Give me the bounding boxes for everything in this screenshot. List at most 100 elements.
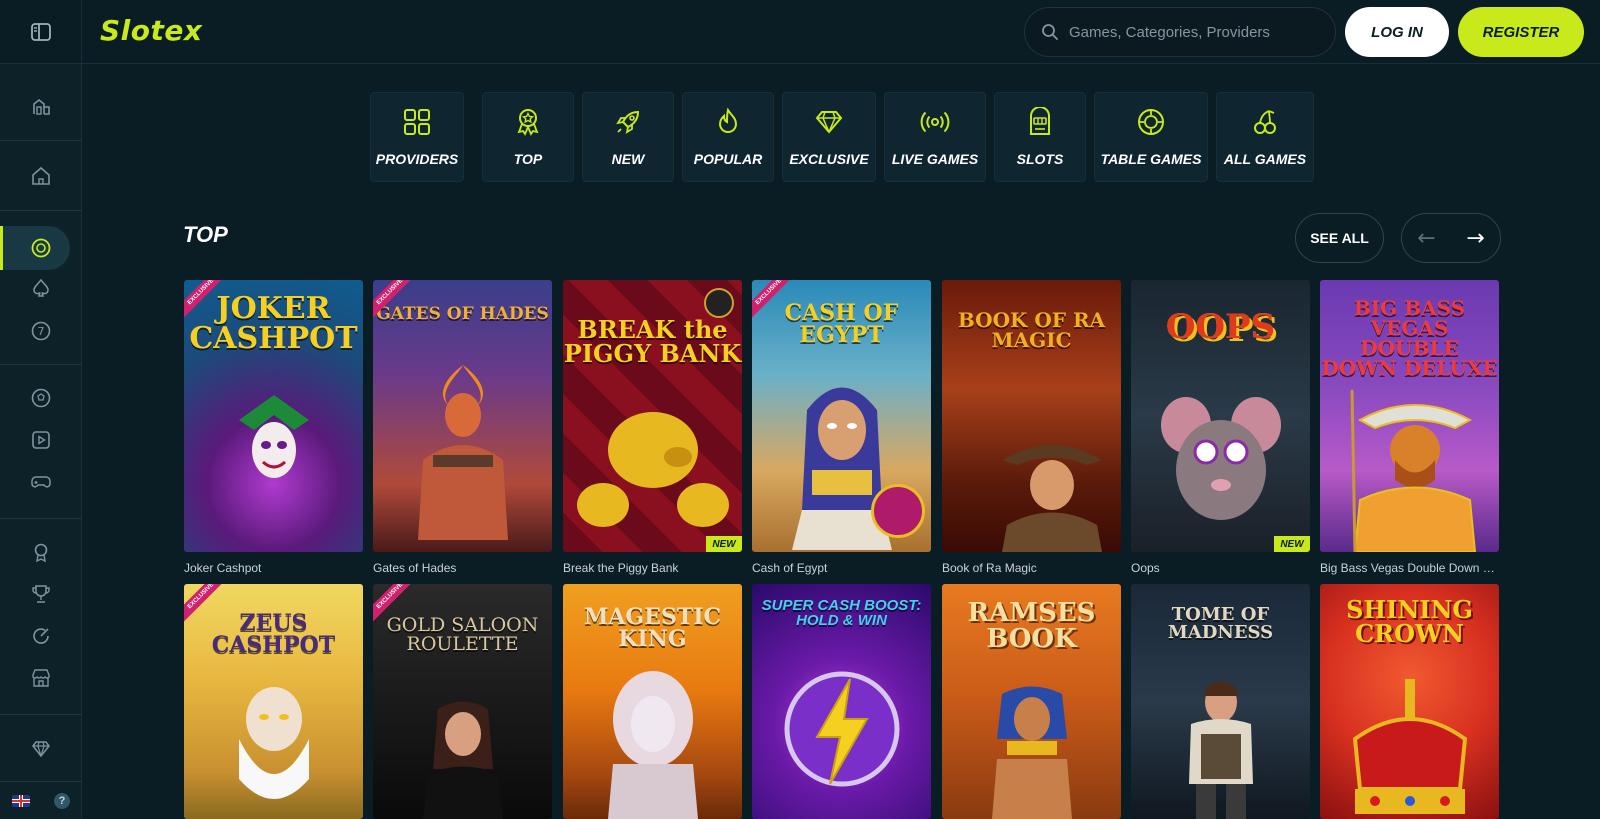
diamond-icon <box>32 741 50 758</box>
sidebar-item-bank[interactable] <box>0 86 82 126</box>
svg-text:7: 7 <box>38 325 45 338</box>
search-input[interactable] <box>1069 23 1319 41</box>
sidebar-item-casino[interactable] <box>0 228 82 268</box>
sidebar-toggle-icon <box>30 23 51 41</box>
pharaoh-figure-icon <box>992 686 1072 819</box>
store-icon <box>32 669 50 687</box>
game-name[interactable]: Cash of Egypt <box>752 561 931 575</box>
explorer-figure-icon <box>1002 445 1102 552</box>
sidebar-item-tournaments[interactable] <box>0 574 82 614</box>
game-tile[interactable]: OOPS NEW <box>1131 280 1310 552</box>
register-button[interactable]: REGISTER <box>1458 7 1584 57</box>
lion-figure-icon <box>608 671 698 819</box>
live-icon <box>920 111 950 133</box>
slot-machine-icon <box>1030 107 1050 135</box>
game-name[interactable]: Oops <box>1131 561 1310 575</box>
tab-label: TOP <box>513 151 543 167</box>
dealer-figure-icon <box>423 701 503 819</box>
game-tile[interactable]: RAMSES BOOK <box>942 584 1121 819</box>
tab-providers[interactable]: PROVIDERS <box>370 92 464 182</box>
rocket-icon <box>616 110 640 134</box>
see-all-button[interactable]: SEE ALL <box>1295 213 1384 263</box>
tab-exclusive[interactable]: EXCLUSIVE <box>782 92 876 182</box>
language-flag-icon[interactable] <box>12 794 30 807</box>
game-name[interactable]: Break the Piggy Bank <box>563 561 742 575</box>
rat-figure-icon <box>1161 397 1281 520</box>
game-name[interactable]: Joker Cashpot <box>184 561 363 575</box>
game-name[interactable]: Book of Ra Magic <box>942 561 1121 575</box>
medal-icon <box>34 543 48 563</box>
game-tile[interactable]: CASH OF EGYPT EXCLUSIVE <box>752 280 931 552</box>
joker-figure-icon <box>239 395 309 478</box>
tab-all-games[interactable]: ALL GAMES <box>1216 92 1314 182</box>
sidebar-item-shop[interactable] <box>0 658 82 698</box>
login-button[interactable]: LOG IN <box>1345 7 1449 57</box>
tab-top[interactable]: TOP <box>482 92 574 182</box>
casino-chip-icon <box>31 238 51 258</box>
diamond-icon <box>815 111 843 134</box>
tab-label: EXCLUSIVE <box>789 151 869 167</box>
carousel-next-button[interactable]: → <box>1451 214 1500 262</box>
sidebar-item-promotions[interactable] <box>0 532 82 572</box>
game-tile[interactable]: GATES OF HADES EXCLUSIVE <box>373 280 552 552</box>
sidebar-toggle-button[interactable] <box>0 0 82 64</box>
hades-figure-icon <box>418 365 508 540</box>
sidebar-item-lottery[interactable]: 7 <box>0 311 82 351</box>
trophy-icon <box>32 585 50 603</box>
piggy-hunt-badge-icon <box>704 288 734 318</box>
game-name[interactable]: Big Bass Vegas Double Down D... <box>1320 561 1499 575</box>
tab-popular[interactable]: POPULAR <box>682 92 774 182</box>
sidebar-item-poker[interactable] <box>0 268 82 308</box>
carousel-prev-button[interactable]: ← <box>1402 214 1451 262</box>
zeus-figure-icon <box>239 687 309 799</box>
game-tile[interactable]: ZEUS CASHPOT EXCLUSIVE <box>184 584 363 819</box>
seven-icon: 7 <box>31 321 51 341</box>
tab-label: TABLE GAMES <box>1100 151 1202 167</box>
top-bar: Slotex LOG IN REGISTER <box>0 0 1600 64</box>
help-button[interactable]: ? <box>54 792 70 809</box>
tab-label: NEW <box>611 151 645 167</box>
play-icon <box>32 431 50 449</box>
tab-label: SLOTS <box>1016 151 1064 167</box>
game-tile[interactable]: SHINING CROWN <box>1320 584 1499 819</box>
tab-slots[interactable]: SLOTS <box>994 92 1086 182</box>
sidebar-item-sports[interactable] <box>0 378 82 418</box>
sidebar-item-vip[interactable] <box>0 729 82 769</box>
cherries-icon <box>1254 110 1276 134</box>
game-tile[interactable]: MAGESTIC KING <box>563 584 742 819</box>
home-icon <box>32 166 50 185</box>
game-tile[interactable]: JOKER CASHPOT EXCLUSIVE <box>184 280 363 552</box>
game-tile[interactable]: BREAK the PIGGY BANK NEW <box>563 280 742 552</box>
gamepad-icon <box>31 476 51 488</box>
chip-icon <box>1138 109 1164 135</box>
search-box[interactable] <box>1024 7 1336 57</box>
tab-label: PROVIDERS <box>375 151 459 167</box>
new-badge: NEW <box>1274 536 1310 552</box>
sidebar-item-esports[interactable] <box>0 462 82 502</box>
game-tile[interactable]: BIG BASS VEGAS DOUBLE DOWN DELUXE <box>1320 280 1499 552</box>
tab-label: ALL GAMES <box>1223 151 1307 167</box>
game-tile[interactable]: BOOK OF RA MAGIC <box>942 280 1121 552</box>
tab-live-games[interactable]: LIVE GAMES <box>884 92 986 182</box>
sidebar-item-live[interactable] <box>0 420 82 460</box>
refresh-icon <box>33 628 49 644</box>
sidebar-item-cashback[interactable] <box>0 616 82 656</box>
tab-table-games[interactable]: TABLE GAMES <box>1094 92 1208 182</box>
fisherman-figure-icon <box>1350 390 1477 552</box>
grid-icon <box>404 109 430 135</box>
tab-new[interactable]: NEW <box>582 92 674 182</box>
game-tile[interactable]: SUPER CASH BOOST: HOLD & WIN <box>752 584 931 819</box>
flame-icon <box>718 107 738 133</box>
sidebar-item-home[interactable] <box>0 156 82 196</box>
game-tile[interactable]: GOLD SALOON ROULETTE EXCLUSIVE <box>373 584 552 819</box>
rich-wilde-figure-icon <box>1189 681 1253 819</box>
search-icon <box>1042 24 1058 40</box>
gold-piggy-icon <box>577 412 729 527</box>
award-icon <box>517 109 539 136</box>
game-name[interactable]: Gates of Hades <box>373 561 552 575</box>
game-tile[interactable]: TOME OF MADNESS <box>1131 584 1310 819</box>
carousel-pager: ← → <box>1401 213 1501 263</box>
bank-icon <box>33 98 50 115</box>
brand-logo[interactable]: Slotex <box>100 14 202 47</box>
lightning-bolt-icon <box>784 671 900 787</box>
